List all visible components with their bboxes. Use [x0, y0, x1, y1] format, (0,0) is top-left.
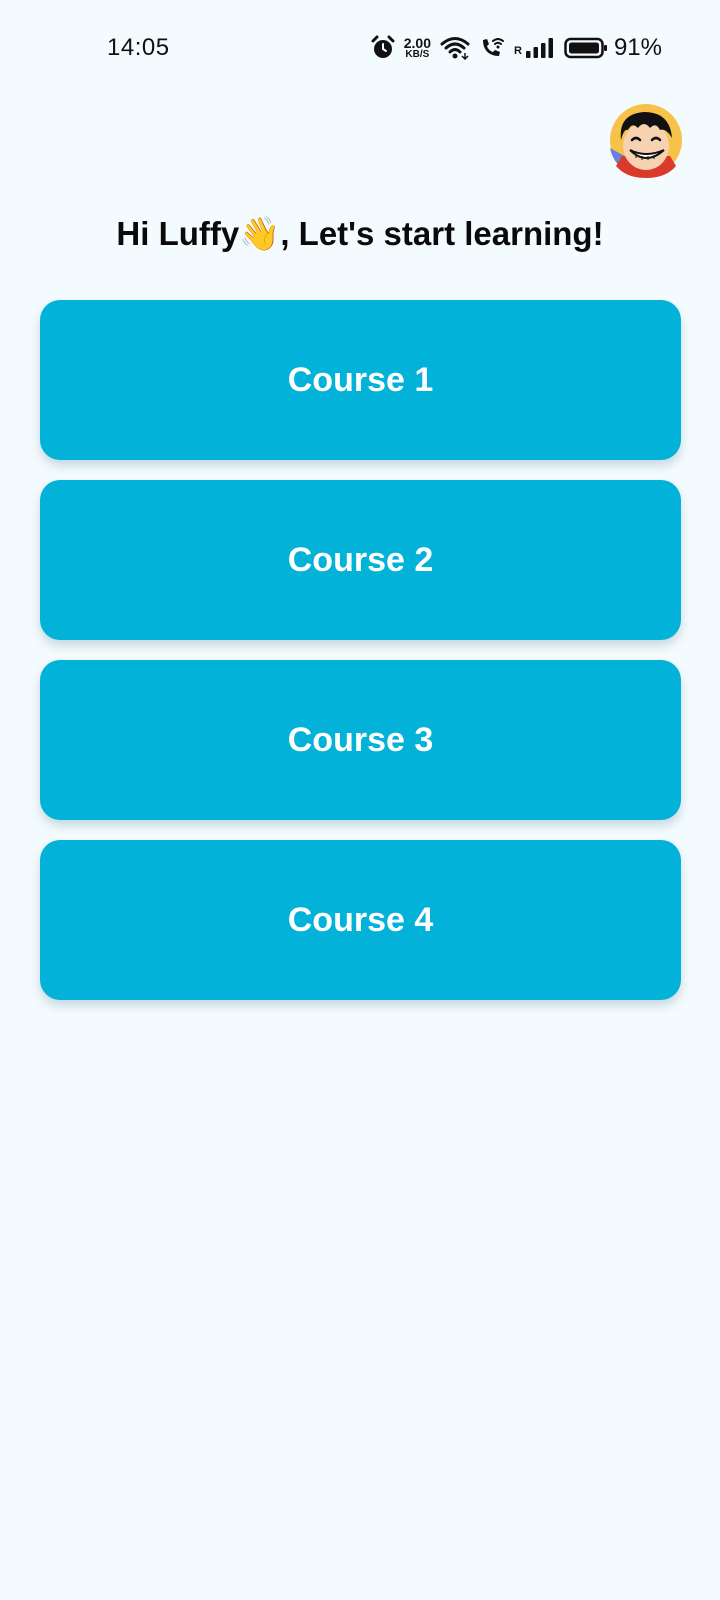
- status-bar: 14:05 2.00 KB/S R 91%: [0, 0, 720, 96]
- course-label: Course 1: [287, 360, 434, 399]
- status-time: 14:05: [107, 34, 170, 61]
- course-card-4[interactable]: Course 4: [40, 840, 681, 1000]
- wifi-calling-icon: [479, 36, 505, 60]
- network-speed-value: 2.00: [403, 35, 431, 51]
- course-label: Course 3: [287, 720, 434, 759]
- battery-icon: [564, 37, 608, 59]
- status-icons: 2.00 KB/S R 91%: [371, 30, 662, 66]
- wifi-icon: [440, 36, 470, 60]
- network-speed: 2.00 KB/S: [404, 36, 431, 60]
- course-card-1[interactable]: Course 1: [40, 300, 681, 460]
- course-card-3[interactable]: Course 3: [40, 660, 681, 820]
- course-list: Course 1 Course 2 Course 3 Course 4: [40, 300, 681, 1020]
- signal-icon: R: [514, 37, 555, 59]
- network-speed-unit: KB/S: [405, 49, 430, 60]
- profile-avatar[interactable]: [606, 100, 684, 180]
- battery-percent: 91%: [613, 34, 662, 61]
- luffy-avatar-image: [610, 104, 682, 178]
- alarm-icon: [371, 35, 395, 61]
- course-label: Course 2: [287, 540, 434, 579]
- course-card-2[interactable]: Course 2: [40, 480, 681, 640]
- course-label: Course 4: [287, 900, 434, 939]
- signal-roaming-label: R: [514, 45, 522, 57]
- greeting-heading: Hi Luffy👋, Let's start learning!: [116, 215, 604, 252]
